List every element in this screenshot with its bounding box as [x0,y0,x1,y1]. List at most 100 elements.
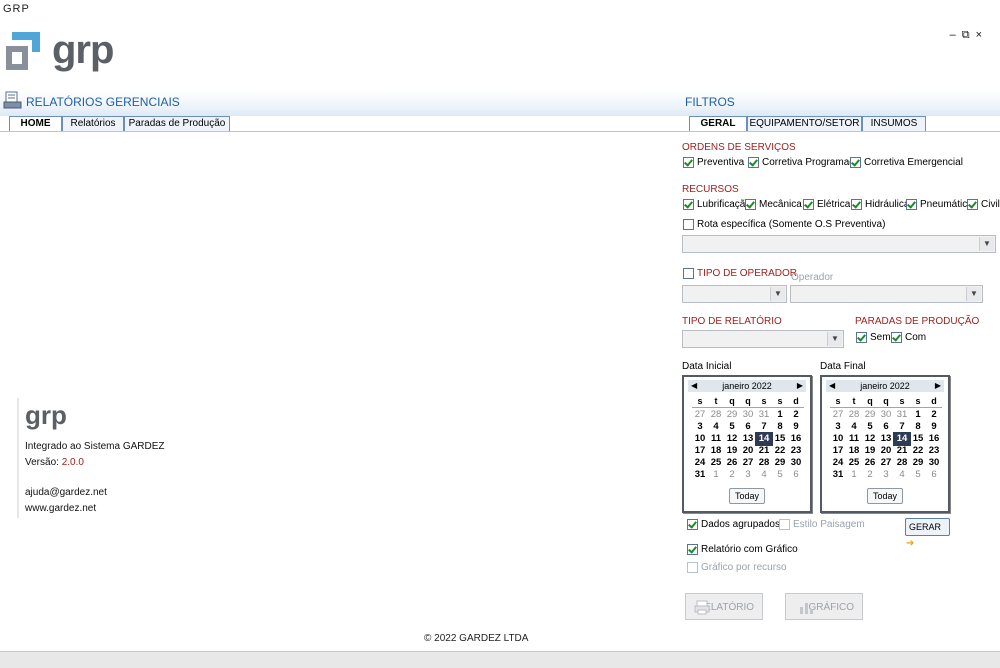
chevron-down-icon[interactable]: ▼ [827,332,842,346]
tab-relatorios[interactable]: Relatórios [62,116,124,131]
calendar-day[interactable]: 7 [894,421,910,433]
calendar-day[interactable]: 2 [862,469,878,481]
checkbox-relatorio-grafico[interactable]: Relatório com Gráfico [687,544,798,555]
relatorio-button[interactable]: RELATÓRIO [685,593,763,620]
calendar-day[interactable]: 2 [926,409,942,421]
calendar-day[interactable]: 1 [772,409,788,421]
checkbox-box[interactable] [687,562,698,573]
checkbox-box[interactable] [683,219,694,230]
today-button[interactable]: Today [867,488,903,504]
calendar-day[interactable]: 3 [692,421,708,433]
calendar-day[interactable]: 5 [910,469,926,481]
calendar-day[interactable]: 29 [724,409,740,421]
calendar-day[interactable]: 29 [862,409,878,421]
calendar-day[interactable]: 12 [862,433,878,445]
calendar-day[interactable]: 22 [910,445,926,457]
calendar-day[interactable]: 19 [724,445,740,457]
calendar-day[interactable]: 27 [692,409,708,421]
calendar-day[interactable]: 30 [878,409,894,421]
support-email[interactable]: ajuda@gardez.net [25,487,107,498]
calendar-day[interactable]: 28 [894,457,910,469]
checkbox-civil[interactable]: Civil [967,199,1000,210]
calendar-day[interactable]: 12 [724,433,740,445]
checkbox-box[interactable] [967,199,978,210]
prev-month-icon[interactable]: ◀ [691,380,697,392]
calendar-day[interactable]: 8 [772,421,788,433]
checkbox-pneumatica[interactable]: Pneumática [906,199,973,210]
calendar-day[interactable]: 15 [772,433,788,445]
calendar-day[interactable]: 30 [740,409,756,421]
calendar-day[interactable]: 11 [708,433,724,445]
calendar-day[interactable]: 16 [926,433,942,445]
calendar-day[interactable]: 18 [708,445,724,457]
calendar-day[interactable]: 17 [830,445,846,457]
checkbox-preventiva[interactable]: Preventiva [683,157,744,168]
checkbox-box[interactable] [851,199,862,210]
calendar-day[interactable]: 22 [772,445,788,457]
tab-paradas-producao[interactable]: Paradas de Produção [124,116,230,131]
calendar-day[interactable]: 31 [894,409,910,421]
calendar-day[interactable]: 6 [788,469,804,481]
calendar-day[interactable]: 30 [926,457,942,469]
tab-equipamento-setor[interactable]: EQUIPAMENTO/SETOR [747,116,862,131]
checkbox-box[interactable] [683,157,694,168]
calendar-day[interactable]: 6 [878,421,894,433]
calendar-day[interactable]: 28 [708,409,724,421]
calendar-day[interactable]: 11 [846,433,862,445]
calendar-day[interactable]: 14 [893,432,911,446]
checkbox-box[interactable] [748,157,759,168]
calendar-day[interactable]: 20 [878,445,894,457]
calendar-day[interactable]: 5 [772,469,788,481]
calendar-day[interactable]: 9 [926,421,942,433]
checkbox-paradas-sem[interactable]: Sem [856,332,891,343]
calendar-day[interactable]: 31 [692,469,708,481]
tab-insumos[interactable]: INSUMOS [862,116,926,131]
calendar-day[interactable]: 19 [862,445,878,457]
checkbox-box[interactable] [891,332,902,343]
calendar-day[interactable]: 3 [830,421,846,433]
calendar-day[interactable]: 24 [692,457,708,469]
tipo-operador-select[interactable]: ▼ [682,285,787,303]
calendar-day[interactable]: 30 [788,457,804,469]
chevron-down-icon[interactable]: ▼ [979,237,994,251]
grafico-button[interactable]: GRÁFICO [785,593,863,620]
tab-home[interactable]: HOME [9,116,62,132]
calendar-day[interactable]: 4 [846,421,862,433]
calendar-day[interactable]: 28 [846,409,862,421]
rota-select[interactable]: ▼ [682,235,996,253]
calendar-day[interactable]: 29 [772,457,788,469]
calendar-day[interactable]: 23 [788,445,804,457]
checkbox-box[interactable] [687,519,698,530]
calendar-day[interactable]: 25 [708,457,724,469]
checkbox-hidraulica[interactable]: Hidráulica [851,199,909,210]
checkbox-corretiva-programada[interactable]: Corretiva Programada [748,157,860,168]
today-button[interactable]: Today [729,488,765,504]
calendar-day[interactable]: 1 [708,469,724,481]
calendar-day[interactable]: 25 [846,457,862,469]
calendar-day[interactable]: 8 [910,421,926,433]
checkbox-mecanica[interactable]: Mecânica [745,199,802,210]
calendar-day[interactable]: 1 [846,469,862,481]
calendar-day[interactable]: 21 [756,445,772,457]
tipo-relatorio-select[interactable]: ▼ [682,330,844,348]
calendar-day[interactable]: 7 [756,421,772,433]
calendar-day[interactable]: 17 [692,445,708,457]
checkbox-eletrica[interactable]: Elétrica [803,199,850,210]
calendar-day[interactable]: 15 [910,433,926,445]
checkbox-rota-especifica[interactable]: Rota específica (Somente O.S Preventiva) [683,219,885,230]
calendar-day[interactable]: 27 [740,457,756,469]
operador-select[interactable]: ▼ [790,285,983,303]
calendar-day[interactable]: 26 [862,457,878,469]
calendar-day[interactable]: 13 [878,433,894,445]
calendar-day[interactable]: 4 [708,421,724,433]
calendar-day[interactable]: 2 [724,469,740,481]
calendar-day[interactable]: 14 [755,432,773,446]
next-month-icon[interactable]: ▶ [797,380,803,392]
checkbox-paradas-com[interactable]: Com [891,332,926,343]
restore-icon[interactable]: ⧉ [962,29,970,42]
calendar-day[interactable]: 5 [724,421,740,433]
checkbox-box[interactable] [683,268,694,279]
calendar-day[interactable]: 6 [926,469,942,481]
calendar-day[interactable]: 31 [830,469,846,481]
checkbox-box[interactable] [745,199,756,210]
